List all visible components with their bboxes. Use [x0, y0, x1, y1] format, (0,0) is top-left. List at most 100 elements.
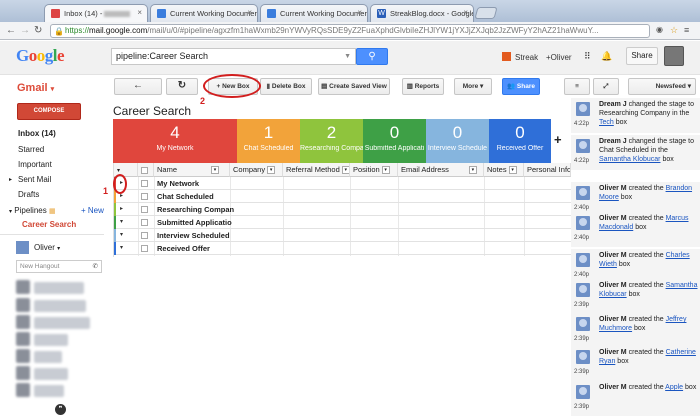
plus-user-link[interactable]: +Oliver — [546, 53, 572, 62]
expand-arrow-icon[interactable]: ▸ — [9, 176, 12, 183]
phone-icon[interactable]: ✆ — [93, 261, 98, 272]
column-position[interactable]: Position ▾ — [350, 163, 398, 177]
column-menu-icon[interactable]: ▾ — [468, 166, 477, 175]
list-view-button[interactable]: ≡ — [564, 78, 590, 95]
new-hangout-input[interactable]: New Hangout ✆ — [16, 260, 102, 273]
chat-contact-avatar[interactable] — [16, 383, 30, 397]
column-personal-info[interactable]: Personal Info — [524, 163, 571, 177]
expand-view-button[interactable]: ⤢ — [593, 78, 619, 95]
stage-submitted-application[interactable]: 0 Submitted Applicati — [363, 119, 426, 163]
tab-inbox[interactable]: Inbox (14) - × — [44, 4, 148, 22]
refresh-button[interactable]: ↻ — [166, 78, 198, 95]
sidebar-item-important[interactable]: Important — [18, 160, 52, 169]
column-menu-icon[interactable]: ▾ — [267, 166, 276, 175]
chat-contact[interactable] — [34, 317, 90, 329]
share-plus-button[interactable]: Share — [626, 47, 658, 65]
new-pipeline-link[interactable]: + New — [81, 206, 104, 215]
column-company[interactable]: Company ▾ — [230, 163, 283, 177]
row-checkbox[interactable] — [141, 180, 148, 187]
sidebar-item-drafts[interactable]: Drafts — [18, 190, 39, 199]
chat-contact[interactable] — [34, 368, 68, 380]
camera-icon[interactable]: ◉ — [656, 25, 663, 34]
chat-contact[interactable] — [34, 300, 86, 312]
delete-box-button[interactable]: ▮ Delete Box — [260, 78, 312, 95]
forward-arrow-icon[interactable]: → — [20, 25, 30, 36]
apps-grid-icon[interactable]: ⠿ — [584, 51, 591, 62]
expand-arrow-icon[interactable]: ▸ — [120, 203, 123, 216]
table-row[interactable]: ▾ Interview Scheduled — [114, 229, 571, 242]
select-all-checkbox[interactable] — [138, 163, 154, 177]
chat-contact-avatar[interactable] — [16, 280, 30, 294]
back-button[interactable]: ← — [114, 78, 162, 95]
chat-contact-avatar[interactable] — [16, 332, 30, 346]
row-checkbox[interactable] — [141, 219, 148, 226]
table-row[interactable]: ▾ Submitted Applicatio — [114, 216, 571, 229]
box-link[interactable]: Apple — [665, 384, 683, 391]
box-link[interactable]: Tech — [599, 119, 614, 126]
notifications-bell-icon[interactable]: 🔔 — [601, 51, 612, 62]
expand-arrow-icon[interactable]: ▾ — [120, 229, 123, 242]
column-notes[interactable]: Notes ▾ — [484, 163, 524, 177]
newsfeed-dropdown[interactable]: Newsfeed ▾ — [628, 78, 696, 95]
chat-avatar[interactable] — [16, 241, 29, 254]
new-tab-button[interactable] — [474, 7, 498, 19]
column-menu-icon[interactable]: ▾ — [211, 166, 220, 175]
column-referral-method[interactable]: Referral Method ▾ — [283, 163, 350, 177]
chat-user-menu[interactable]: Oliver ▾ — [34, 243, 60, 252]
sidebar-item-career-search[interactable]: Career Search — [0, 218, 104, 232]
search-options-icon[interactable]: ▼ — [344, 49, 351, 64]
column-menu-icon[interactable]: ▾ — [381, 166, 390, 175]
chat-contact-avatar[interactable] — [16, 366, 30, 380]
share-pipeline-button[interactable]: 👥 Share — [502, 78, 540, 95]
row-checkbox[interactable] — [141, 245, 148, 252]
close-tab-icon[interactable]: × — [463, 8, 468, 17]
row-checkbox[interactable] — [141, 193, 148, 200]
table-row[interactable]: ▸ Researching Compan — [114, 203, 571, 216]
close-tab-icon[interactable]: × — [137, 8, 142, 17]
sidebar-item-sent[interactable]: ▸ Sent Mail — [9, 175, 51, 184]
chat-contact[interactable] — [34, 334, 68, 346]
google-logo[interactable]: Google — [16, 46, 65, 66]
stage-chat-scheduled[interactable]: 1 Chat Scheduled — [237, 119, 300, 163]
table-row[interactable]: ▾ Received Offer — [114, 242, 571, 255]
hangouts-icon[interactable]: ❞ — [55, 404, 66, 415]
tab-streakblog[interactable]: W StreakBlog.docx - Google × — [370, 4, 474, 22]
row-checkbox[interactable] — [141, 206, 148, 213]
more-button[interactable]: More ▾ — [454, 78, 492, 95]
bookmark-star-icon[interactable]: ☆ — [670, 25, 678, 36]
tab-doc-2[interactable]: Current Working Documer × — [260, 4, 368, 22]
table-row[interactable]: ▸ Chat Scheduled — [114, 190, 571, 203]
add-stage-button[interactable]: + — [554, 132, 562, 147]
sidebar-item-starred[interactable]: Starred — [18, 145, 44, 154]
create-saved-view-button[interactable]: ▤ Create Saved View — [318, 78, 390, 95]
column-name[interactable]: Name ▾ — [154, 163, 230, 177]
sidebar-item-pipelines[interactable]: ▾ Pipelines ▦ + New — [9, 206, 104, 215]
chat-contact[interactable] — [34, 282, 84, 294]
expand-arrow-icon[interactable]: ▾ — [120, 242, 123, 255]
expand-arrow-icon[interactable]: ▾ — [120, 216, 123, 229]
stage-my-network[interactable]: 4 My Network — [113, 119, 237, 163]
chat-contact-avatar[interactable] — [16, 349, 30, 363]
reload-icon[interactable]: ↻ — [34, 25, 42, 36]
reports-button[interactable]: ▥ Reports — [402, 78, 444, 95]
column-email-address[interactable]: Email Address ▾ — [398, 163, 484, 177]
chat-contact[interactable] — [34, 385, 64, 397]
sidebar-item-inbox[interactable]: Inbox (14) — [18, 129, 56, 138]
avatar[interactable] — [664, 46, 684, 66]
chat-contact-avatar[interactable] — [16, 298, 30, 312]
gmail-menu[interactable]: Gmail ▾ — [17, 82, 54, 94]
column-menu-icon[interactable]: ▾ — [341, 166, 349, 175]
row-checkbox[interactable] — [141, 232, 148, 239]
tab-doc-1[interactable]: Current Working Documer × — [150, 4, 258, 22]
box-link[interactable]: Samantha Klobucar — [599, 156, 660, 163]
close-tab-icon[interactable]: × — [247, 8, 252, 17]
search-button[interactable]: ⚲ — [356, 48, 388, 65]
chat-contact[interactable] — [34, 351, 62, 363]
menu-icon[interactable]: ≡ — [684, 25, 689, 35]
stage-researching-company[interactable]: 2 Researching Compa — [300, 119, 363, 163]
stage-interview-scheduled[interactable]: 0 Interview Schedule — [426, 119, 489, 163]
compose-button[interactable]: COMPOSE — [17, 103, 81, 120]
stage-received-offer[interactable]: 0 Received Offer — [489, 119, 551, 163]
streak-menu[interactable]: Streak — [515, 53, 538, 62]
column-menu-icon[interactable]: ▾ — [508, 166, 517, 175]
